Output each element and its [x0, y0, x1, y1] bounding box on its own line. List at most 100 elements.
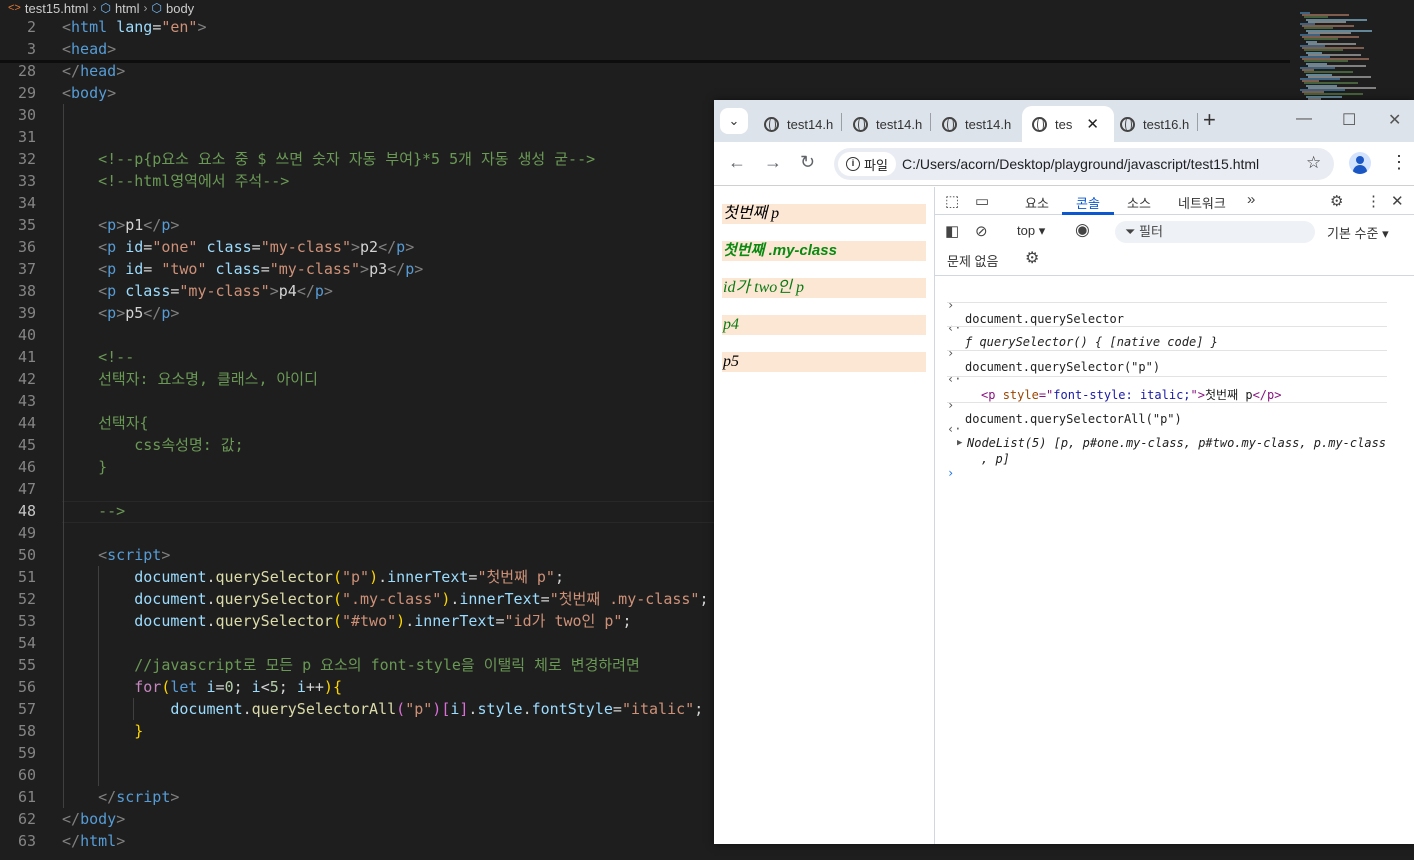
close-devtools-icon[interactable]: ✕ [1391, 192, 1404, 210]
code-line[interactable]: 28 </head> [0, 60, 1290, 82]
line-number: 40 [17, 326, 36, 344]
code-text[interactable]: </head> [62, 60, 125, 82]
context-selector[interactable]: top ▾ [1017, 223, 1045, 239]
globe-icon [1032, 116, 1047, 132]
page-paragraph-3: id가 two인 p [722, 278, 926, 298]
breadcrumb-body[interactable]: body [166, 1, 194, 16]
code-text[interactable]: } [62, 456, 107, 478]
page-paragraph-4: p4 [722, 315, 926, 335]
url-text[interactable]: C:/Users/acorn/Desktop/playground/javasc… [902, 156, 1259, 172]
code-text[interactable]: document.querySelector("#two").innerText… [62, 610, 631, 632]
code-text[interactable]: <!--p{p요소 요소 중 $ 쓰면 숫자 자동 부여}*5 5개 자동 생성… [62, 148, 595, 170]
log-level-label: 기본 수준 [1327, 226, 1379, 241]
more-menu-icon[interactable]: ⋮ [1390, 152, 1408, 173]
code-text[interactable]: <html lang="en"> [62, 16, 207, 38]
more-tabs-chevron-icon[interactable]: » [1247, 191, 1255, 208]
clear-console-icon[interactable]: ⊘ [975, 222, 988, 240]
forward-arrow-icon[interactable]: → [764, 152, 782, 173]
minimap[interactable] [1296, 12, 1386, 102]
minimize-icon[interactable]: — [1296, 110, 1312, 128]
maximize-icon[interactable]: ☐ [1342, 110, 1356, 130]
profile-avatar-icon[interactable] [1349, 152, 1371, 174]
line-number: 33 [17, 172, 36, 190]
close-window-icon[interactable]: ✕ [1388, 110, 1401, 130]
breadcrumb-html[interactable]: html [115, 1, 140, 16]
breadcrumb-file[interactable]: test15.html [25, 1, 89, 16]
expand-triangle-icon[interactable]: ▶ [957, 438, 962, 448]
device-toolbar-icon[interactable]: ▭ [975, 192, 989, 210]
code-text[interactable]: } [62, 720, 143, 742]
line-number: 2 [26, 18, 36, 36]
line-number: 42 [17, 370, 36, 388]
code-text[interactable]: <p>p5</p> [62, 302, 179, 324]
code-text[interactable]: 선택자: 요소명, 클래스, 아이디 [62, 368, 318, 390]
tab-console[interactable]: 콘솔 [1076, 193, 1100, 212]
code-text[interactable]: </html> [62, 830, 125, 852]
tab-test14-1[interactable]: test14.h [754, 106, 840, 142]
code-text[interactable]: document.querySelectorAll("p")[i].style.… [62, 698, 703, 720]
console-settings-gear-icon[interactable]: ⚙ [1025, 248, 1039, 268]
line-number: 49 [17, 524, 36, 542]
code-text[interactable]: <head> [62, 38, 116, 60]
line-number: 47 [17, 480, 36, 498]
code-text[interactable]: <body> [62, 82, 116, 104]
code-text[interactable]: //javascript로 모든 p 요소의 font-style을 이탤릭 체… [62, 654, 640, 676]
more-options-icon[interactable]: ⋮ [1366, 192, 1381, 210]
chrome-window[interactable]: ⌄ test14.h test14.h test14.h tes ✕ test1… [714, 100, 1414, 844]
back-arrow-icon[interactable]: ← [728, 152, 746, 173]
code-text[interactable]: <p>p1</p> [62, 214, 179, 236]
log-level-dropdown[interactable]: 기본 수준 ▾ [1327, 223, 1389, 242]
code-text[interactable]: --> [62, 500, 125, 522]
tab-test14-2[interactable]: test14.h [843, 106, 929, 142]
code-text[interactable]: <p class="my-class">p4</p> [62, 280, 333, 302]
tab-test16[interactable]: test16.h [1110, 106, 1196, 142]
line-number: 30 [17, 106, 36, 124]
sidebar-toggle-icon[interactable]: ◧ [945, 222, 959, 240]
address-bar[interactable]: i 파일 C:/Users/acorn/Desktop/playground/j… [834, 148, 1334, 180]
line-number: 55 [17, 656, 36, 674]
live-expression-eye-icon[interactable]: ◉ [1075, 220, 1090, 240]
tab-network[interactable]: 네트워크 [1178, 193, 1226, 212]
code-text[interactable]: <script> [62, 544, 170, 566]
code-text[interactable]: </script> [62, 786, 179, 808]
breadcrumb: <> test15.html › ⬡ html › ⬡ body [0, 0, 1290, 16]
site-info-chip[interactable]: i 파일 [838, 152, 896, 176]
tab-divider [1197, 113, 1198, 131]
reload-icon[interactable]: ↻ [800, 152, 815, 173]
info-icon: i [846, 157, 860, 171]
code-text[interactable]: document.querySelector(".my-class").inne… [62, 588, 708, 610]
code-text[interactable]: <p id= "two" class="my-class">p3</p> [62, 258, 423, 280]
close-tab-icon[interactable]: ✕ [1086, 115, 1099, 133]
code-text[interactable]: for(let i=0; i<5; i++){ [62, 676, 342, 698]
code-text[interactable]: 선택자{ [62, 412, 148, 434]
console-output[interactable]: › document.querySelector ‹· ƒ querySelec… [935, 275, 1414, 480]
code-line[interactable]: 2 <html lang="en"> [0, 16, 1290, 38]
code-text[interactable]: <p id="one" class="my-class">p2</p> [62, 236, 414, 258]
code-text[interactable]: <!--html영역에서 주석--> [62, 170, 289, 192]
tab-test15-active[interactable]: tes ✕ [1022, 106, 1114, 142]
line-number: 52 [17, 590, 36, 608]
issues-counter[interactable]: 문제 없음 [947, 251, 998, 270]
tab-test14-3[interactable]: test14.h [932, 106, 1018, 142]
line-number: 57 [17, 700, 36, 718]
code-text[interactable]: document.querySelector("p").innerText="첫… [62, 566, 564, 588]
code-text[interactable]: <!-- [62, 346, 134, 368]
inspect-element-icon[interactable]: ⬚ [945, 192, 959, 210]
bookmark-star-icon[interactable]: ☆ [1306, 153, 1321, 173]
console-filter-input[interactable]: ⏷ 필터 [1115, 221, 1315, 243]
console-prompt[interactable]: › [947, 452, 1387, 494]
code-text[interactable]: css속성명: 값; [62, 434, 243, 456]
console-toolbar: ◧ ⊘ top ▾ ◉ ⏷ 필터 기본 수준 ▾ [935, 217, 1414, 247]
page-viewport: 첫번째 p 첫번째 .my-class id가 two인 p p4 p5 [714, 187, 934, 844]
tab-sources[interactable]: 소스 [1127, 193, 1151, 212]
line-number: 61 [17, 788, 36, 806]
line-number: 3 [26, 40, 36, 58]
code-line[interactable]: 3 <head> [0, 38, 1290, 60]
new-tab-button[interactable]: + [1203, 108, 1216, 132]
tab-elements[interactable]: 요소 [1025, 193, 1049, 212]
line-number: 62 [17, 810, 36, 828]
settings-gear-icon[interactable]: ⚙ [1330, 192, 1343, 210]
tab-search-button[interactable]: ⌄ [720, 108, 748, 134]
console-divider [947, 302, 1387, 303]
code-text[interactable]: </body> [62, 808, 125, 830]
